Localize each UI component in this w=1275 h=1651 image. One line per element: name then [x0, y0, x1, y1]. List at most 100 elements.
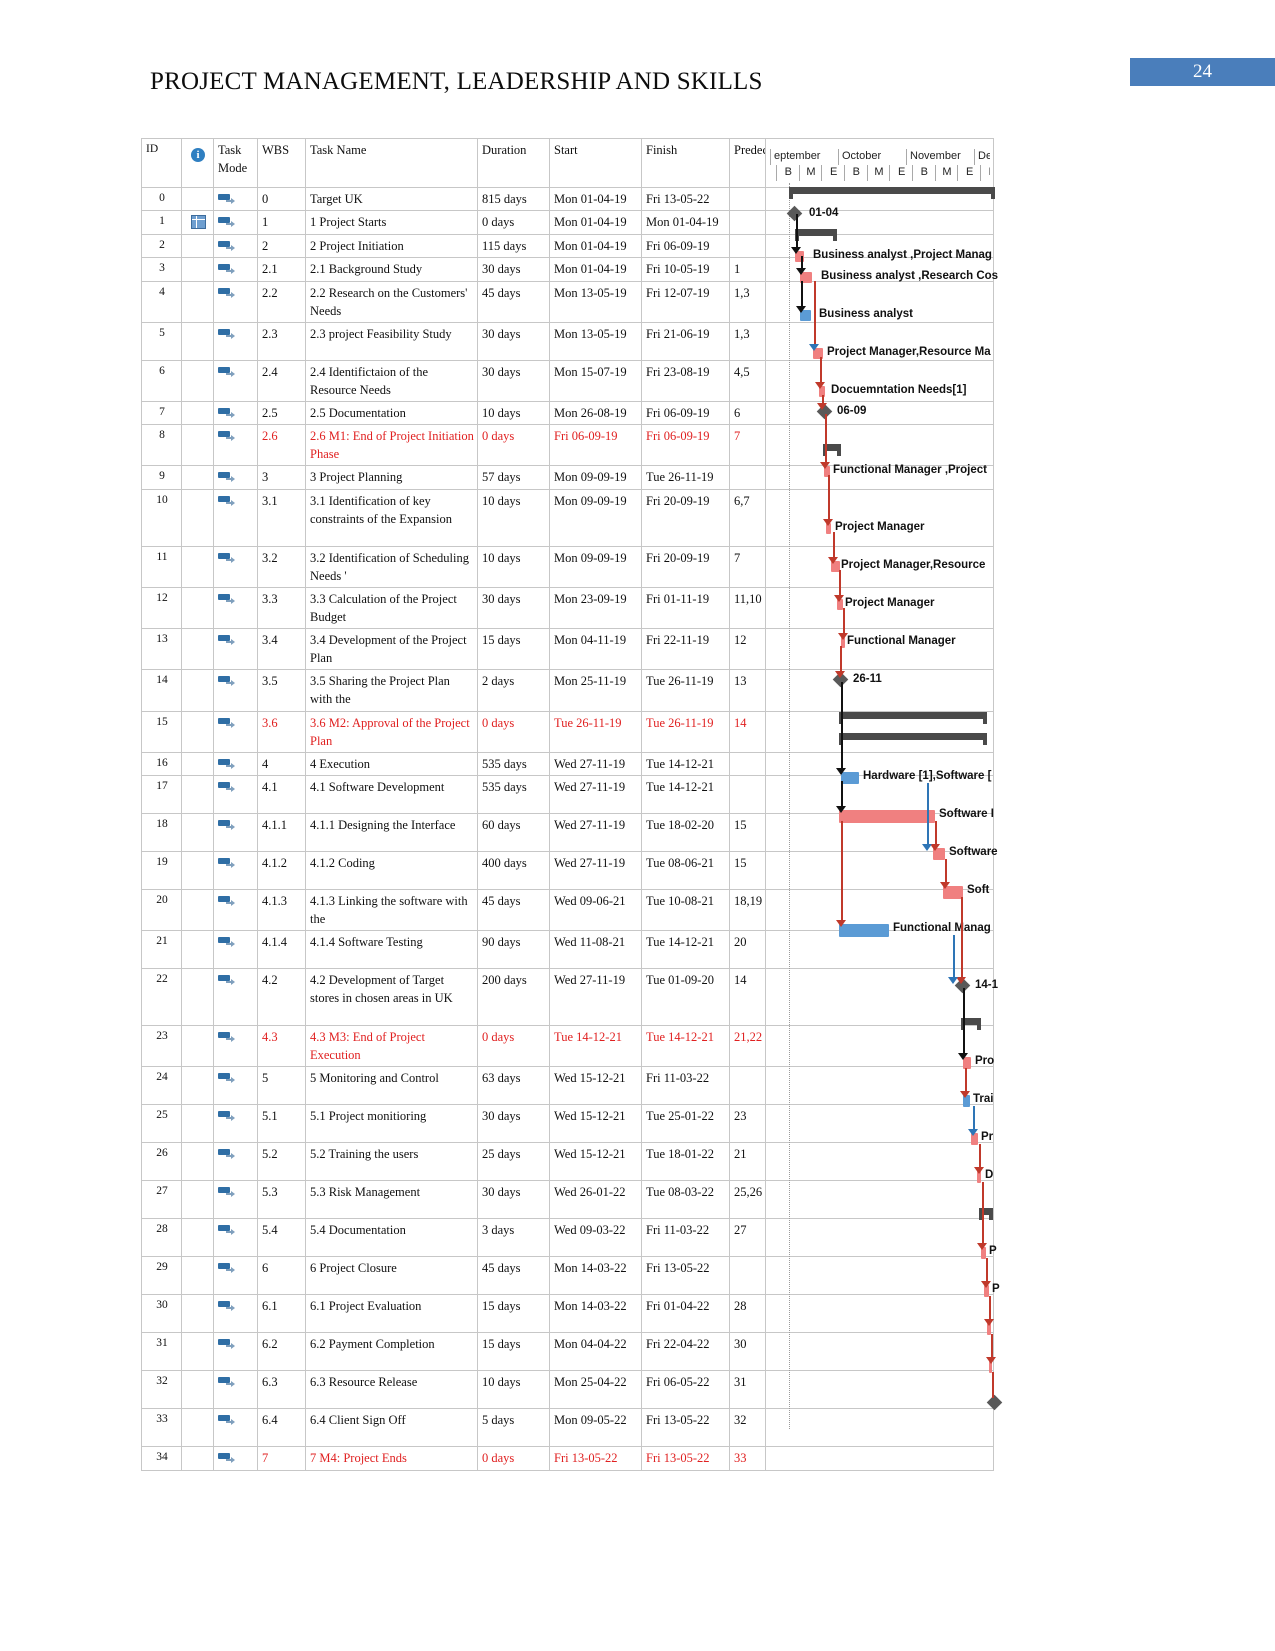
cell-task-mode[interactable] [213, 321, 258, 361]
cell-task-mode[interactable] [213, 669, 258, 712]
table-row[interactable]: 0 0 Target UK 815 days Mon 01-04-19 Fri 13-05… [141, 186, 994, 212]
cell-gantt-strip[interactable] [765, 1332, 994, 1372]
table-row[interactable]: 27 5.3 5.3 Risk Management 30 days Wed 26-01… [141, 1180, 994, 1220]
cell-indicator[interactable] [181, 669, 214, 712]
cell-indicator[interactable] [181, 280, 214, 323]
cell-task-mode[interactable] [213, 210, 258, 236]
cell-gantt-strip[interactable] [765, 1025, 994, 1068]
table-row[interactable]: 28 5.4 5.4 Documentation 3 days Wed 09-03-22… [141, 1218, 994, 1258]
cell-indicator[interactable] [181, 627, 214, 671]
cell-gantt-strip[interactable] [765, 1256, 994, 1296]
cell-gantt-strip[interactable] [765, 1218, 994, 1258]
column-header-task-name[interactable]: Task Name [305, 138, 478, 188]
cell-task-mode[interactable] [213, 545, 258, 588]
column-header-finish[interactable]: Finish [641, 138, 730, 188]
cell-indicator[interactable] [181, 359, 214, 403]
cell-task-mode[interactable] [213, 1256, 258, 1296]
table-row[interactable]: 9 33 Project Planning 57 days Mon 09-09-19 T… [141, 465, 994, 490]
cell-indicator[interactable] [181, 586, 214, 630]
cell-indicator[interactable] [181, 1066, 214, 1106]
cell-gantt-strip[interactable] [765, 1408, 994, 1448]
cell-gantt-strip[interactable] [765, 280, 994, 323]
table-row[interactable]: 15 3.6 3.6 M2: Approval of the Project Pla… [141, 710, 994, 753]
table-row[interactable]: 12 3.3 3.3 Calculation of the Project Budg… [141, 586, 994, 630]
table-row[interactable]: 34 7 7 M4: Project Ends 0 days Fri 13-05-22 F… [141, 1446, 994, 1471]
cell-indicator[interactable] [181, 400, 214, 426]
cell-indicator[interactable] [181, 812, 214, 852]
cell-gantt-strip[interactable] [765, 930, 994, 970]
table-row[interactable]: 111 Project Starts 0 days Mon 01-04-19 Mon … [141, 210, 994, 236]
cell-gantt-strip[interactable] [765, 400, 994, 426]
cell-gantt-strip[interactable] [765, 545, 994, 588]
cell-gantt-strip[interactable] [765, 257, 994, 282]
cell-indicator[interactable] [181, 1218, 214, 1258]
cell-gantt-strip[interactable] [765, 586, 994, 630]
cell-indicator[interactable] [181, 930, 214, 970]
column-header-wbs[interactable]: WBS [257, 138, 306, 188]
cell-indicator[interactable] [181, 1180, 214, 1220]
cell-indicator[interactable] [181, 186, 214, 212]
table-row[interactable]: 5 2.3 2.3 project Feasibility Study 30 days… [141, 321, 994, 361]
cell-indicator[interactable] [181, 234, 214, 259]
cell-task-mode[interactable] [213, 1370, 258, 1410]
cell-gantt-strip[interactable] [765, 1446, 994, 1471]
cell-task-mode[interactable] [213, 1218, 258, 1258]
table-row[interactable]: 33 6.4 6.4 Client Sign Off 5 days Mon 09-05-… [141, 1408, 994, 1448]
cell-gantt-strip[interactable] [765, 234, 994, 259]
cell-task-mode[interactable] [213, 186, 258, 212]
cell-indicator[interactable] [181, 1408, 214, 1448]
table-row[interactable]: 31 6.2 6.2 Payment Completion 15 days Mon 04… [141, 1332, 994, 1372]
cell-indicator[interactable] [181, 1142, 214, 1182]
cell-indicator[interactable] [181, 968, 214, 1027]
cell-gantt-strip[interactable] [765, 1104, 994, 1144]
table-row[interactable]: 17 4.1 4.1 Software Development 535 days Wed… [141, 774, 994, 814]
table-row[interactable]: 18 4.1.1 4.1.1 Designing the Interface 60 d… [141, 812, 994, 852]
column-header-predecessors[interactable]: Predec [729, 138, 766, 188]
column-header-indicator[interactable]: i [181, 138, 214, 188]
cell-indicator[interactable] [181, 850, 214, 890]
cell-task-mode[interactable] [213, 359, 258, 403]
table-row[interactable]: 222 Project Initiation 115 days Mon 01-04-… [141, 234, 994, 259]
column-header-start[interactable]: Start [549, 138, 642, 188]
cell-task-mode[interactable] [213, 280, 258, 323]
table-row[interactable]: 10 3.1 3.1 Identification of key constrain… [141, 488, 994, 547]
cell-gantt-strip[interactable] [765, 465, 994, 490]
table-row[interactable]: 30 6.1 6.1 Project Evaluation 15 days Mon 14… [141, 1294, 994, 1334]
table-row[interactable]: 11 3.2 3.2 Identification of Scheduling Ne… [141, 545, 994, 588]
column-header-duration[interactable]: Duration [477, 138, 550, 188]
cell-gantt-strip[interactable] [765, 669, 994, 712]
table-row[interactable]: 19 4.1.2 4.1.2 Coding 400 days Wed 27-11-19 T… [141, 850, 994, 890]
cell-indicator[interactable] [181, 1256, 214, 1296]
cell-gantt-strip[interactable] [765, 968, 994, 1027]
cell-gantt-strip[interactable] [765, 751, 994, 776]
cell-gantt-strip[interactable] [765, 186, 994, 212]
cell-task-mode[interactable] [213, 1332, 258, 1372]
cell-gantt-strip[interactable] [765, 812, 994, 852]
cell-indicator[interactable] [181, 1104, 214, 1144]
cell-task-mode[interactable] [213, 400, 258, 426]
cell-indicator[interactable] [181, 488, 214, 547]
cell-task-mode[interactable] [213, 751, 258, 776]
table-row[interactable]: 13 3.4 3.4 Development of the Project Plan… [141, 627, 994, 671]
cell-task-mode[interactable] [213, 1294, 258, 1334]
cell-indicator[interactable] [181, 424, 214, 467]
cell-gantt-strip[interactable] [765, 710, 994, 753]
cell-task-mode[interactable] [213, 257, 258, 282]
cell-task-mode[interactable] [213, 586, 258, 630]
cell-gantt-strip[interactable] [765, 627, 994, 671]
table-row[interactable]: 23 4.3 4.3 M3: End of Project Execution 0 d… [141, 1025, 994, 1068]
cell-indicator[interactable] [181, 465, 214, 490]
cell-task-mode[interactable] [213, 888, 258, 932]
cell-gantt-strip[interactable] [765, 210, 994, 236]
cell-task-mode[interactable] [213, 1180, 258, 1220]
cell-gantt-strip[interactable] [765, 359, 994, 403]
cell-task-mode[interactable] [213, 850, 258, 890]
cell-indicator[interactable] [181, 545, 214, 588]
table-row[interactable]: 8 2.6 2.6 M1: End of Project Initiation Ph… [141, 424, 994, 467]
cell-gantt-strip[interactable] [765, 424, 994, 467]
cell-task-mode[interactable] [213, 627, 258, 671]
cell-task-mode[interactable] [213, 930, 258, 970]
table-row[interactable]: 6 2.4 2.4 Identifictaion of the Resource N… [141, 359, 994, 403]
cell-gantt-strip[interactable] [765, 1180, 994, 1220]
cell-task-mode[interactable] [213, 1446, 258, 1471]
